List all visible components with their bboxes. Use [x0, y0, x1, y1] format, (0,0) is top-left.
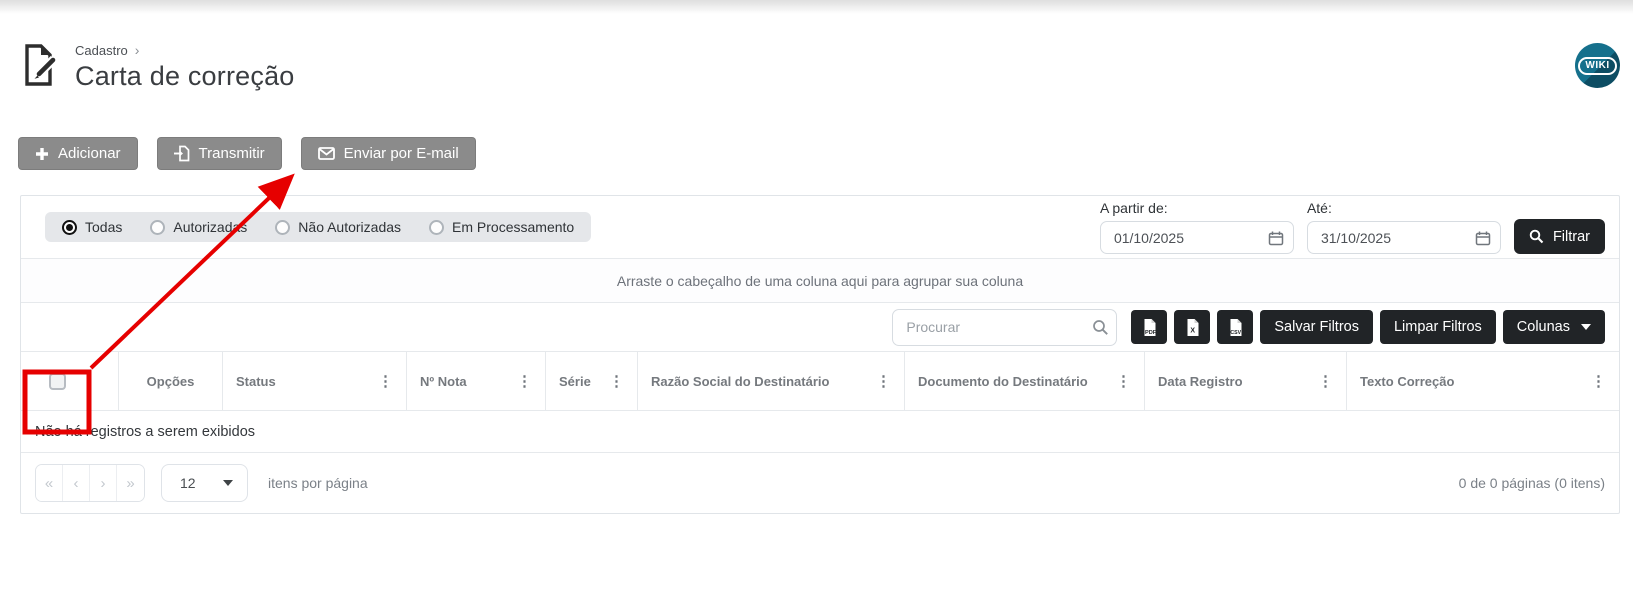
date-to-label: Até:: [1307, 200, 1501, 216]
column-menu-icon[interactable]: ⋮: [868, 372, 891, 390]
chevron-down-icon: [1581, 324, 1591, 330]
search-input[interactable]: [893, 319, 1084, 335]
column-header-texto-correcao[interactable]: Texto Correção ⋮: [1347, 352, 1619, 410]
plus-icon: [35, 147, 49, 161]
search-button[interactable]: [1084, 310, 1116, 345]
date-to-field: Até:: [1307, 200, 1501, 254]
column-menu-icon[interactable]: ⋮: [1108, 372, 1131, 390]
column-header-documento[interactable]: Documento do Destinatário ⋮: [905, 352, 1145, 410]
clear-filters-button[interactable]: Limpar Filtros: [1380, 310, 1496, 344]
column-header-opcoes[interactable]: Opções: [119, 352, 223, 410]
page-size-select[interactable]: 12: [161, 464, 248, 502]
column-menu-icon[interactable]: ⋮: [370, 372, 393, 390]
page-title: Carta de correção: [75, 61, 295, 92]
calendar-icon: [1268, 230, 1284, 246]
page-size-value: 12: [180, 475, 196, 491]
group-drop-zone[interactable]: Arraste o cabeçalho de uma coluna aqui p…: [21, 259, 1619, 303]
send-email-button[interactable]: Enviar por E-mail: [301, 137, 476, 170]
pagination-bar: « ‹ › » 12 itens por página 0 de 0 págin…: [21, 453, 1619, 513]
columns-dropdown-button[interactable]: Colunas: [1503, 310, 1605, 344]
add-button[interactable]: Adicionar: [18, 137, 138, 170]
document-edit-icon: [18, 42, 60, 88]
column-menu-icon[interactable]: ⋮: [509, 372, 532, 390]
export-excel-button[interactable]: X: [1174, 310, 1210, 344]
next-page-button[interactable]: ›: [90, 465, 117, 501]
search-icon: [1092, 319, 1109, 336]
svg-text:PDF: PDF: [1145, 330, 1157, 336]
transmit-button[interactable]: Transmitir: [157, 137, 282, 170]
grid-header-select-all: [21, 352, 119, 410]
column-header-razao-social[interactable]: Razão Social do Destinatário ⋮: [638, 352, 905, 410]
date-filter-cluster: A partir de: Até:: [1100, 200, 1605, 254]
search-icon: [1529, 229, 1544, 244]
top-navbar-shadow: [0, 0, 1633, 14]
grid-toolbar: PDF X CSV Salvar Filtros Limpar Filtros …: [21, 303, 1619, 352]
column-header-numero-nota[interactable]: Nº Nota ⋮: [407, 352, 546, 410]
filter-row: Todas Autorizadas Não Autorizadas Em Pro…: [21, 196, 1619, 259]
breadcrumb-item-cadastro[interactable]: Cadastro: [75, 43, 128, 58]
status-filter-todas[interactable]: Todas: [62, 219, 122, 235]
export-pdf-button[interactable]: PDF: [1131, 310, 1167, 344]
grid-header-row: Opções Status ⋮ Nº Nota ⋮ Série ⋮ Razão …: [21, 352, 1619, 411]
status-filter-autorizadas[interactable]: Autorizadas: [150, 219, 247, 235]
wiki-badge[interactable]: WIKI: [1575, 43, 1620, 88]
export-csv-button[interactable]: CSV: [1217, 310, 1253, 344]
pagination-nav: « ‹ › »: [35, 464, 145, 502]
status-filter-nao-autorizadas[interactable]: Não Autorizadas: [275, 219, 401, 235]
search-box: [892, 309, 1117, 346]
first-page-button[interactable]: «: [36, 465, 63, 501]
empty-state-row: Não há registros a serem exibidos: [21, 411, 1619, 453]
filter-button[interactable]: Filtrar: [1514, 219, 1605, 254]
calendar-icon: [1475, 230, 1491, 246]
date-from-input[interactable]: [1101, 230, 1259, 246]
date-from-label: A partir de:: [1100, 200, 1294, 216]
save-filters-button[interactable]: Salvar Filtros: [1260, 310, 1373, 344]
select-all-checkbox[interactable]: [49, 373, 66, 390]
column-menu-icon[interactable]: ⋮: [1310, 372, 1333, 390]
radio-icon[interactable]: [429, 220, 444, 235]
date-from-calendar-button[interactable]: [1259, 222, 1293, 253]
date-from-field: A partir de:: [1100, 200, 1294, 254]
excel-file-icon: X: [1184, 318, 1201, 337]
date-to-calendar-button[interactable]: [1466, 222, 1500, 253]
wiki-badge-label: WIKI: [1578, 57, 1616, 75]
envelope-icon: [318, 147, 335, 160]
column-menu-icon[interactable]: ⋮: [1583, 372, 1606, 390]
radio-icon[interactable]: [62, 220, 77, 235]
page-size-label: itens por página: [268, 475, 368, 491]
breadcrumb: Cadastro ›: [75, 42, 295, 58]
pagination-summary: 0 de 0 páginas (0 itens): [1459, 475, 1605, 491]
status-filter-em-processamento[interactable]: Em Processamento: [429, 219, 574, 235]
page-header: Cadastro › Carta de correção: [18, 42, 295, 92]
records-panel: Todas Autorizadas Não Autorizadas Em Pro…: [20, 195, 1620, 514]
pdf-file-icon: PDF: [1141, 318, 1158, 337]
send-file-icon: [174, 145, 190, 162]
last-page-button[interactable]: »: [117, 465, 144, 501]
column-menu-icon[interactable]: ⋮: [601, 372, 624, 390]
column-header-status[interactable]: Status ⋮: [223, 352, 407, 410]
breadcrumb-separator-icon: ›: [135, 42, 140, 58]
svg-text:CSV: CSV: [1230, 330, 1241, 336]
column-header-data-registro[interactable]: Data Registro ⋮: [1145, 352, 1347, 410]
radio-icon[interactable]: [275, 220, 290, 235]
group-hint-text: Arraste o cabeçalho de uma coluna aqui p…: [617, 273, 1023, 289]
radio-icon[interactable]: [150, 220, 165, 235]
prev-page-button[interactable]: ‹: [63, 465, 90, 501]
empty-state-message: Não há registros a serem exibidos: [35, 424, 255, 440]
status-filter-group: Todas Autorizadas Não Autorizadas Em Pro…: [45, 212, 591, 242]
csv-file-icon: CSV: [1227, 318, 1244, 337]
chevron-down-icon: [223, 480, 233, 486]
svg-text:X: X: [1190, 327, 1195, 334]
date-to-input[interactable]: [1308, 230, 1466, 246]
column-header-serie[interactable]: Série ⋮: [546, 352, 638, 410]
action-buttons: Adicionar Transmitir Enviar por E-mail: [18, 137, 476, 170]
